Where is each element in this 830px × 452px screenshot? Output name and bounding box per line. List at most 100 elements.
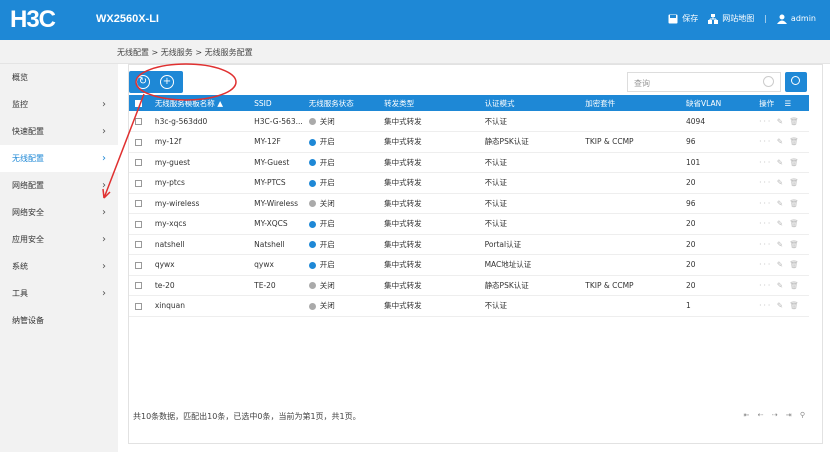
row-checkbox[interactable]	[135, 282, 142, 290]
status-label: 关闭	[319, 301, 335, 311]
search-input[interactable]: 查询	[627, 72, 781, 92]
chevron-right-icon: ›	[102, 153, 106, 164]
row-checkbox[interactable]	[135, 241, 142, 249]
table-row[interactable]: h3c-g-563dd0 H3C-G-563... 关闭 集中式转发 不认证 4094 ··…	[129, 111, 809, 132]
col-header-forward[interactable]: 转发类型	[378, 95, 479, 111]
cell-name: my-ptcs	[148, 172, 249, 194]
cell-ssid: Natshell	[248, 234, 303, 255]
status-label: 关闭	[319, 280, 335, 290]
cell-cipher	[579, 193, 681, 214]
sidebar-item[interactable]: 概览	[0, 64, 118, 91]
row-select-cell	[129, 172, 149, 194]
table-row[interactable]: my-ptcs MY-PTCS 开启 集中式转发 不认证 20 ··· ✎ 🗑	[129, 172, 809, 194]
sidebar-item-label: 纳管设备	[12, 316, 44, 325]
cell-status: 关闭	[302, 111, 379, 132]
row-select-cell	[129, 295, 149, 317]
row-checkbox[interactable]	[135, 200, 142, 208]
sidebar-item[interactable]: 监控 ›	[0, 91, 118, 118]
row-actions[interactable]: ··· ✎ 🗑	[753, 111, 809, 132]
row-actions[interactable]: ··· ✎ 🗑	[753, 275, 809, 296]
cell-vlan: 20	[680, 234, 754, 255]
cell-auth: 不认证	[478, 213, 580, 235]
pagination-controls[interactable]: ⇤ ⇠ ⇢ ⇥ ⚲	[744, 411, 809, 419]
select-all-checkbox[interactable]	[135, 100, 142, 107]
sitemap-icon	[708, 13, 719, 24]
sidebar-item[interactable]: 快速配置 ›	[0, 118, 118, 145]
row-checkbox[interactable]	[135, 302, 142, 310]
table-row[interactable]: my-wireless MY-Wireless 关闭 集中式转发 不认证 96 ··· ✎ …	[129, 193, 809, 214]
row-checkbox[interactable]	[135, 138, 142, 146]
status-dot-icon	[308, 282, 316, 290]
breadcrumb: 无线配置 > 无线服务 > 无线服务配置	[117, 48, 253, 57]
table-row[interactable]: my-xqcs MY-XQCS 开启 集中式转发 不认证 20 ··· ✎ 🗑	[129, 213, 809, 235]
cell-cipher	[579, 111, 681, 132]
col-header-auth[interactable]: 认证模式	[478, 95, 580, 111]
cell-auth: 不认证	[478, 193, 580, 214]
sitemap-button[interactable]: 网站地图	[708, 13, 754, 24]
status-dot-icon	[308, 241, 316, 249]
row-checkbox[interactable]	[135, 220, 142, 228]
cell-forward: 集中式转发	[378, 111, 479, 132]
col-header-name[interactable]: 无线服务模板名称 ▲	[148, 95, 249, 111]
row-actions[interactable]: ··· ✎ 🗑	[753, 172, 809, 194]
row-actions[interactable]: ··· ✎ 🗑	[753, 152, 809, 173]
row-actions[interactable]: ··· ✎ 🗑	[753, 254, 809, 276]
row-checkbox[interactable]	[135, 261, 142, 269]
status-dot-icon	[308, 200, 316, 208]
sidebar-item[interactable]: 网络配置 ›	[0, 172, 118, 199]
add-button[interactable]: +	[160, 75, 174, 89]
table-row[interactable]: xinquan 关闭 集中式转发 不认证 1 ··· ✎ 🗑	[129, 295, 809, 317]
table-row[interactable]: my-12f MY-12F 开启 集中式转发 静态PSK认证 TKIP & CCMP 96 ·…	[129, 131, 809, 153]
col-header-status[interactable]: 无线服务状态	[302, 95, 379, 111]
row-checkbox[interactable]	[135, 118, 142, 125]
cell-status: 开启	[302, 131, 379, 153]
cell-forward: 集中式转发	[378, 234, 479, 255]
cell-cipher	[579, 295, 681, 317]
cell-name: xinquan	[148, 295, 249, 317]
header-separator: |	[764, 14, 767, 23]
user-menu[interactable]: admin	[776, 14, 816, 24]
sidebar-item[interactable]: 工具 ›	[0, 280, 118, 307]
status-label: 开启	[319, 178, 335, 188]
cell-name: natshell	[148, 234, 249, 255]
sidebar-item[interactable]: 系统 ›	[0, 253, 118, 280]
row-actions[interactable]: ··· ✎ 🗑	[753, 131, 809, 153]
row-checkbox[interactable]	[135, 179, 142, 187]
sidebar-item[interactable]: 无线配置 ›	[0, 145, 118, 172]
add-icon: +	[162, 76, 172, 87]
cell-cipher: TKIP & CCMP	[579, 131, 681, 153]
sidebar-item[interactable]: 网络安全 ›	[0, 199, 118, 226]
column-menu-icon[interactable]: ☰	[785, 99, 792, 108]
search-button[interactable]	[785, 72, 807, 92]
table-row[interactable]: te-20 TE-20 关闭 集中式转发 静态PSK认证 TKIP & CCMP 20 ···…	[129, 275, 809, 296]
table-row[interactable]: qywx qywx 开启 集中式转发 MAC地址认证 20 ··· ✎ 🗑	[129, 254, 809, 276]
search-icon	[763, 76, 774, 87]
table-row[interactable]: my-guest MY-Guest 开启 集中式转发 不认证 101 ··· ✎ 🗑	[129, 152, 809, 173]
status-dot-icon	[308, 159, 316, 167]
sidebar-item[interactable]: 纳管设备	[0, 307, 118, 334]
cell-ssid: MY-PTCS	[248, 172, 303, 194]
cell-forward: 集中式转发	[378, 193, 479, 214]
row-actions[interactable]: ··· ✎ 🗑	[753, 295, 809, 317]
row-actions[interactable]: ··· ✎ 🗑	[753, 193, 809, 214]
refresh-button[interactable]: ↻	[136, 75, 150, 89]
sidebar-item[interactable]: 应用安全 ›	[0, 226, 118, 253]
cell-ssid: H3C-G-563...	[248, 111, 303, 132]
col-header-ssid[interactable]: SSID	[248, 95, 303, 111]
cell-cipher	[579, 152, 681, 173]
status-label: 关闭	[319, 116, 335, 126]
save-button[interactable]: 保存	[668, 13, 698, 24]
col-header-vlan[interactable]: 缺省VLAN	[680, 95, 754, 111]
col-header-cipher[interactable]: 加密套件	[579, 95, 681, 111]
row-actions[interactable]: ··· ✎ 🗑	[753, 213, 809, 235]
sidebar-item-label: 监控	[12, 100, 28, 109]
top-right-actions: 保存 网站地图 | admin	[658, 13, 816, 24]
cell-ssid: TE-20	[248, 275, 303, 296]
chevron-right-icon: ›	[102, 126, 106, 137]
chevron-right-icon: ›	[102, 207, 106, 218]
table-row[interactable]: natshell Natshell 开启 集中式转发 Portal认证 20 ··· ✎ 🗑	[129, 234, 809, 255]
row-actions[interactable]: ··· ✎ 🗑	[753, 234, 809, 255]
save-label: 保存	[682, 14, 699, 23]
row-checkbox[interactable]	[135, 159, 142, 167]
status-dot-icon	[308, 302, 316, 310]
